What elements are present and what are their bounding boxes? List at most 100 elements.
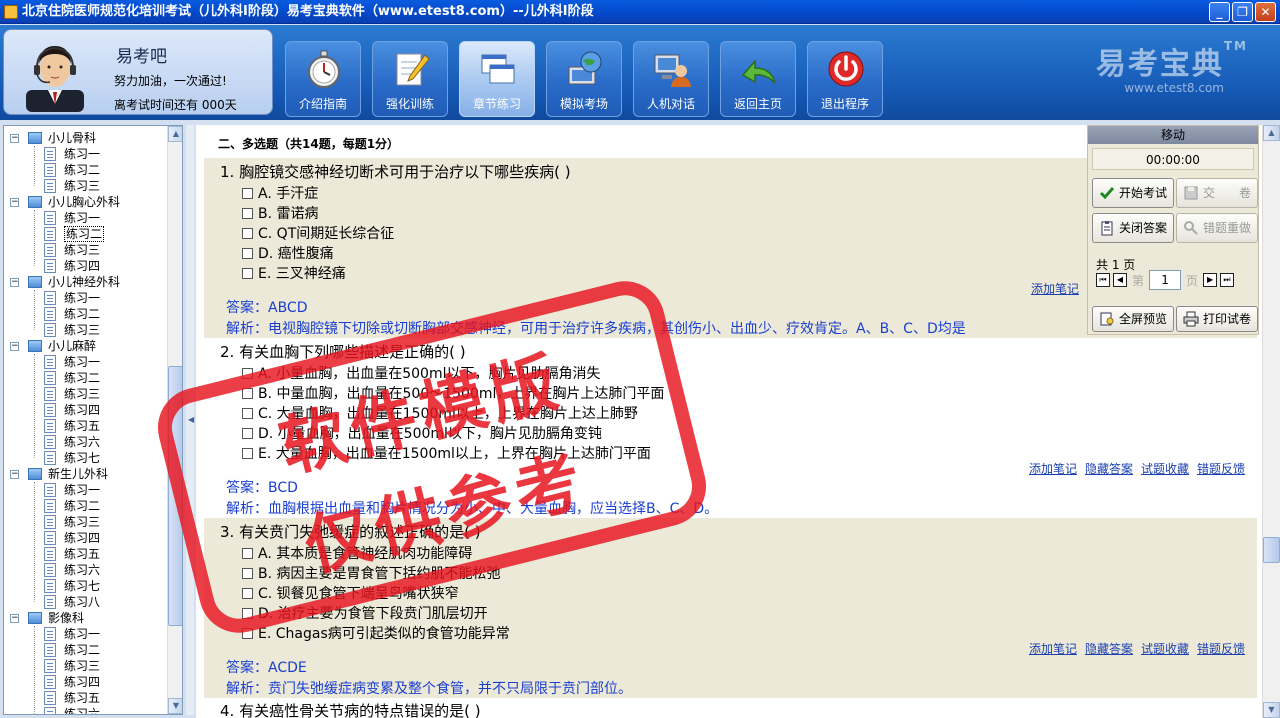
- content-scrollbar[interactable]: ▲ ▼: [1262, 125, 1280, 718]
- option-e[interactable]: E. Chagas病可引起类似的食管功能异常: [242, 623, 510, 643]
- scroll-down-arrow-icon[interactable]: ▼: [168, 698, 182, 714]
- checkbox[interactable]: [242, 188, 253, 199]
- restore-button[interactable]: ❐: [1232, 2, 1253, 22]
- exam-control-panel[interactable]: 移动 00:00:00 开始考试 交 卷 关闭答案 错题重做 共 1 页 ⏮ ◀…: [1087, 125, 1259, 335]
- submit-exam-button[interactable]: 交 卷: [1176, 178, 1258, 208]
- last-page-icon[interactable]: ⏭: [1220, 273, 1235, 287]
- option-d[interactable]: D. 小量血胸，出血量在500ml以下，胸片见肋膈角变钝: [242, 423, 602, 443]
- profile-card: 易考吧 努力加油，一次通过! 离考试时间还有 000天: [3, 29, 273, 115]
- close-button[interactable]: ✕: [1255, 2, 1276, 22]
- collapse-toggle-icon[interactable]: −: [10, 134, 19, 143]
- preview-icon: [1100, 312, 1114, 326]
- toolbar-exit-program-button[interactable]: 退出程序: [807, 41, 883, 117]
- toolbar-return-home-button[interactable]: 返回主页: [720, 41, 796, 117]
- tree-item-label: 练习二: [64, 307, 101, 321]
- option-c[interactable]: C. 钡餐见食管下端呈鸟嘴状狭窄: [242, 583, 459, 603]
- first-page-icon[interactable]: ⏮: [1096, 273, 1110, 287]
- checkbox[interactable]: [242, 448, 253, 459]
- scrollbar-thumb[interactable]: [168, 366, 182, 626]
- toolbar-label: 强化训练: [385, 97, 434, 111]
- close-answer-button[interactable]: 关闭答案: [1092, 213, 1174, 243]
- stopwatch-icon: [308, 50, 340, 88]
- add-note-link[interactable]: 添加笔记: [1029, 462, 1077, 476]
- pencil-document-icon: [44, 227, 56, 241]
- user-computer-icon: [654, 54, 691, 87]
- error-feedback-link[interactable]: 错题反馈: [1197, 462, 1245, 476]
- checkbox[interactable]: [242, 268, 253, 279]
- answer-text: 答案：ACDE: [226, 660, 307, 676]
- checkbox[interactable]: [242, 548, 253, 559]
- pane-splitter[interactable]: ◀: [186, 125, 194, 715]
- error-feedback-link[interactable]: 错题反馈: [1197, 642, 1245, 656]
- next-page-icon[interactable]: ▶: [1203, 273, 1218, 287]
- panel-move-handle[interactable]: 移动: [1088, 126, 1258, 144]
- collapse-toggle-icon[interactable]: −: [10, 342, 19, 351]
- checkbox[interactable]: [242, 388, 253, 399]
- option-b[interactable]: B. 中量血胸，出血量在500～1500ml，上界在胸片上达肺门平面: [242, 383, 664, 403]
- page-number-input[interactable]: [1149, 270, 1182, 290]
- scroll-down-arrow-icon[interactable]: ▼: [1263, 702, 1280, 718]
- collapse-toggle-icon[interactable]: −: [10, 278, 19, 287]
- hide-answer-link[interactable]: 隐藏答案: [1085, 642, 1133, 656]
- collapse-toggle-icon[interactable]: −: [10, 198, 19, 207]
- favorite-question-link[interactable]: 试题收藏: [1141, 462, 1189, 476]
- option-e[interactable]: E. 大量血胸，出血量在1500ml以上，上界在胸片上达肺门平面: [242, 443, 651, 463]
- option-d[interactable]: D. 癌性腹痛: [242, 243, 334, 263]
- scroll-up-arrow-icon[interactable]: ▲: [168, 126, 182, 142]
- option-a[interactable]: A. 手汗症: [242, 183, 318, 203]
- page-suffix-label: 页: [1186, 273, 1199, 288]
- toolbar-intensive-training-button[interactable]: 强化训练: [372, 41, 448, 117]
- option-a[interactable]: A. 小量血胸，出血量在500ml以下，胸片见肋膈角消失: [242, 363, 600, 383]
- fullscreen-preview-button[interactable]: 全屏预览: [1092, 306, 1174, 332]
- add-note-link[interactable]: 添加笔记: [1029, 642, 1077, 656]
- content-scrollbar-track[interactable]: ▲ ▼: [1263, 125, 1280, 718]
- tree-item-label: 练习六: [64, 707, 101, 714]
- document-icon: [44, 163, 56, 177]
- minimize-button[interactable]: _: [1209, 2, 1230, 22]
- start-exam-button[interactable]: 开始考试: [1092, 178, 1174, 208]
- option-b[interactable]: B. 雷诺病: [242, 203, 319, 223]
- checkbox[interactable]: [242, 368, 253, 379]
- checkmark-icon: [1099, 187, 1115, 200]
- option-a[interactable]: A. 其本质是食管神经肌肉功能障碍: [242, 543, 472, 563]
- checkbox[interactable]: [242, 428, 253, 439]
- tree-item-label: 练习四: [64, 531, 101, 545]
- question-title: 4. 有关癌性骨关节病的特点错误的是( ): [220, 702, 481, 718]
- hide-answer-link[interactable]: 隐藏答案: [1085, 462, 1133, 476]
- folder-icon: [28, 276, 42, 288]
- scroll-up-arrow-icon[interactable]: ▲: [1263, 125, 1280, 141]
- option-b[interactable]: B. 病因主要是胃食管下括约肌不能松弛: [242, 563, 501, 583]
- tree-scrollbar[interactable]: ▲ ▼: [167, 126, 182, 714]
- tree-item-label: 练习三: [64, 659, 101, 673]
- option-d[interactable]: D. 治疗主要为食管下段贲门肌层切开: [242, 603, 488, 623]
- option-e[interactable]: E. 三叉神经痛: [242, 263, 346, 283]
- option-c[interactable]: C. QT间期延长综合征: [242, 223, 394, 243]
- wrong-redo-button[interactable]: 错题重做: [1176, 213, 1258, 243]
- scrollbar-thumb[interactable]: [1263, 537, 1280, 563]
- collapse-toggle-icon[interactable]: −: [10, 470, 19, 479]
- checkbox[interactable]: [242, 568, 253, 579]
- print-exam-button[interactable]: 打印试卷: [1176, 306, 1258, 332]
- toolbar-human-machine-dialog-button[interactable]: 人机对话: [633, 41, 709, 117]
- checkbox[interactable]: [242, 228, 253, 239]
- checkbox[interactable]: [242, 608, 253, 619]
- document-icon: [44, 659, 56, 673]
- checkbox[interactable]: [242, 628, 253, 639]
- collapse-toggle-icon[interactable]: −: [10, 614, 19, 623]
- toolbar-intro-guide-button[interactable]: 介绍指南: [285, 41, 361, 117]
- folder-icon: [28, 468, 42, 480]
- checkbox[interactable]: [242, 408, 253, 419]
- add-note-link[interactable]: 添加笔记: [1031, 282, 1079, 296]
- option-c[interactable]: C. 大量血胸，出血量在1500ml以上，上界在胸片上达上肺野: [242, 403, 638, 423]
- window-titlebar[interactable]: 北京住院医师规范化培训考试（儿外科Ⅰ阶段）易考宝典软件（www.etest8.c…: [0, 0, 1280, 24]
- toolbar-chapter-practice-button[interactable]: 章节练习: [459, 41, 535, 117]
- toolbar-label: 介绍指南: [298, 97, 347, 111]
- favorite-question-link[interactable]: 试题收藏: [1141, 642, 1189, 656]
- collapse-arrow-icon[interactable]: ◀: [188, 415, 194, 424]
- prev-page-icon[interactable]: ◀: [1113, 273, 1127, 287]
- checkbox[interactable]: [242, 588, 253, 599]
- chapter-tree[interactable]: − 小儿骨科 练习一 练习二 练习三 − 小儿胸心外科 练习一 练习二 练习三 练习四 − 小儿神经外科…: [3, 125, 183, 715]
- checkbox[interactable]: [242, 248, 253, 259]
- toolbar-mock-exam-button[interactable]: 模拟考场: [546, 41, 622, 117]
- checkbox[interactable]: [242, 208, 253, 219]
